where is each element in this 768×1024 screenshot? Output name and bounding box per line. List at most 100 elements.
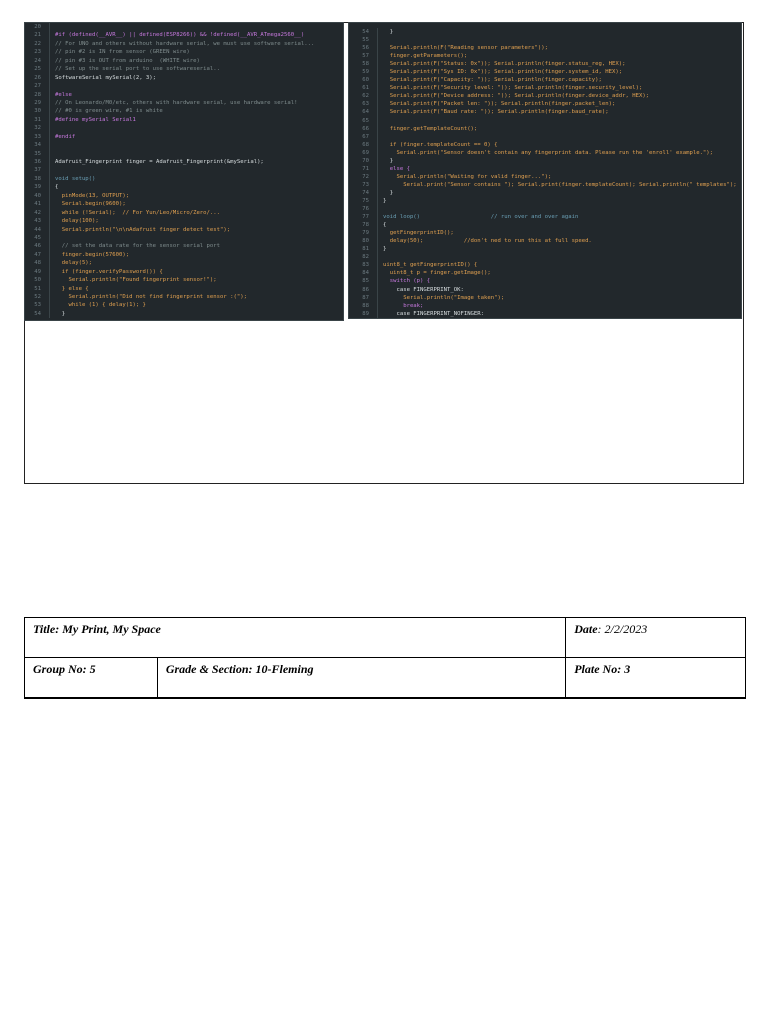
line-number: 44 <box>34 226 41 233</box>
code-text: Serial.print(F("Packet len: ")); Serial.… <box>383 101 616 108</box>
code-text: Serial.println(F("Reading sensor paramet… <box>383 45 549 52</box>
gutter-divider <box>49 183 50 192</box>
line-number: 40 <box>34 192 41 199</box>
code-text: // pin #3 is OUT from arduino (WHITE wir… <box>55 57 200 64</box>
code-line: 67 <box>349 132 741 141</box>
line-number: 85 <box>362 278 369 285</box>
gutter-divider <box>49 191 50 201</box>
code-text: Serial.println("Found fingerprint sensor… <box>55 277 217 284</box>
code-line: 77 void loop() // run over and over again <box>349 213 741 222</box>
code-line: 28 #else <box>25 90 343 99</box>
code-line: 63 Serial.print(F("Packet len: ")); Seri… <box>349 100 741 109</box>
gutter-divider <box>377 293 378 302</box>
date-cell: Date: 2/2/2023 <box>565 617 746 658</box>
code-text: delay(5); <box>55 260 93 267</box>
gutter-divider <box>377 221 378 230</box>
code-line: 87 Serial.println("Image taken"); <box>349 293 741 302</box>
code-line: 49 if (finger.verifyPassword()) { <box>25 267 343 277</box>
gutter-divider <box>377 269 378 278</box>
line-number: 68 <box>362 141 369 148</box>
gutter-divider <box>49 98 50 108</box>
gutter-divider <box>377 285 378 294</box>
code-text: Serial.println("Did not find fingerprint… <box>55 294 247 300</box>
line-number: 74 <box>362 189 369 196</box>
line-number: 25 <box>34 66 41 73</box>
code-line: 56 Serial.println(F("Reading sensor para… <box>349 44 741 53</box>
line-number: 66 <box>362 125 369 132</box>
gutter-divider <box>49 158 50 167</box>
line-number: 88 <box>362 302 369 309</box>
gutter-divider <box>49 284 50 293</box>
code-text: { <box>383 222 387 229</box>
code-line: 66 finger.getTemplateCount(); <box>349 124 741 133</box>
gutter-divider <box>49 149 50 158</box>
code-text: } <box>383 189 394 196</box>
code-line: 65 <box>349 116 741 125</box>
gutter-divider <box>377 52 378 61</box>
code-line: 37 <box>25 166 343 175</box>
code-text: Serial.print("Sensor doesn't contain any… <box>383 149 714 156</box>
code-line: 70 } <box>349 156 741 165</box>
gutter-divider <box>377 92 378 101</box>
gutter-divider <box>49 132 50 142</box>
code-text: } else { <box>55 285 89 292</box>
gutter-divider <box>377 148 378 157</box>
code-text: #define mySerial Serial1 <box>55 116 136 123</box>
gutter-divider <box>49 267 50 277</box>
code-text: while (!Serial); // For Yun/Leo/Micro/Ze… <box>55 209 221 216</box>
code-text: void loop() // run over and over again <box>383 214 579 221</box>
gutter-divider <box>49 174 50 184</box>
date-label: Date <box>574 622 598 636</box>
gutter-divider <box>49 217 50 226</box>
gutter-divider <box>377 156 378 165</box>
code-text: finger.begin(57600); <box>55 251 130 258</box>
code-text: delay(100); <box>55 218 99 225</box>
code-line: 71 else { <box>349 164 741 173</box>
gutter-divider <box>49 166 50 175</box>
line-number: 23 <box>34 49 41 56</box>
code-line: 39 { <box>25 183 343 192</box>
gutter-divider <box>49 309 50 319</box>
gutter-divider <box>49 301 50 310</box>
code-line: 32 <box>25 124 343 133</box>
line-number: 62 <box>362 93 369 100</box>
code-text: Serial.begin(9600); <box>55 201 126 208</box>
code-text: finger.getTemplateCount(); <box>383 125 478 132</box>
code-text: break; <box>383 302 424 309</box>
code-line: 46 // set the data rate for the sensor s… <box>25 242 343 251</box>
gutter-divider <box>49 56 50 66</box>
line-number: 28 <box>34 91 41 98</box>
gutter-divider <box>49 233 50 243</box>
code-line: 54 } <box>349 28 741 37</box>
line-number: 72 <box>362 173 369 180</box>
code-text: getFingerprintID(); <box>383 230 454 237</box>
gutter-divider <box>377 229 378 238</box>
code-line: 51 } else { <box>25 284 343 293</box>
code-text: Serial.println("\n\nAdafruit finger dete… <box>55 226 231 233</box>
gutter-divider <box>377 116 378 125</box>
gutter-divider <box>377 44 378 53</box>
code-line: 84 uint8_t p = finger.getImage(); <box>349 269 741 278</box>
code-line: 24 // pin #3 is OUT from arduino (WHITE w… <box>25 56 343 66</box>
code-line: 73 Serial.print("Sensor contains "); Ser… <box>349 180 741 189</box>
code-line: 52 Serial.println("Did not find fingerpr… <box>25 293 343 302</box>
gutter-divider <box>49 259 50 268</box>
line-number: 37 <box>34 167 41 174</box>
plate-cell: Plate No: 3 <box>565 657 746 698</box>
line-number: 54 <box>34 310 41 317</box>
code-line: 38 void setup() <box>25 174 343 184</box>
gutter-divider <box>49 48 50 57</box>
line-number: 71 <box>362 165 369 172</box>
line-number: 45 <box>34 234 41 241</box>
line-number: 47 <box>34 251 41 258</box>
code-line: 55 <box>349 36 741 45</box>
code-line: 60 Serial.print(F("Capacity: ")); Serial… <box>349 76 741 85</box>
code-text: #else <box>55 91 72 98</box>
line-number: 22 <box>34 40 41 47</box>
code-text: if (finger.templateCount == 0) { <box>383 141 498 148</box>
line-number: 26 <box>34 74 41 81</box>
gutter-divider <box>377 253 378 262</box>
code-text: case FINGERPRINT_NOFINGER: <box>383 310 485 317</box>
code-line: 54 } <box>25 309 343 319</box>
line-number: 70 <box>362 157 369 164</box>
